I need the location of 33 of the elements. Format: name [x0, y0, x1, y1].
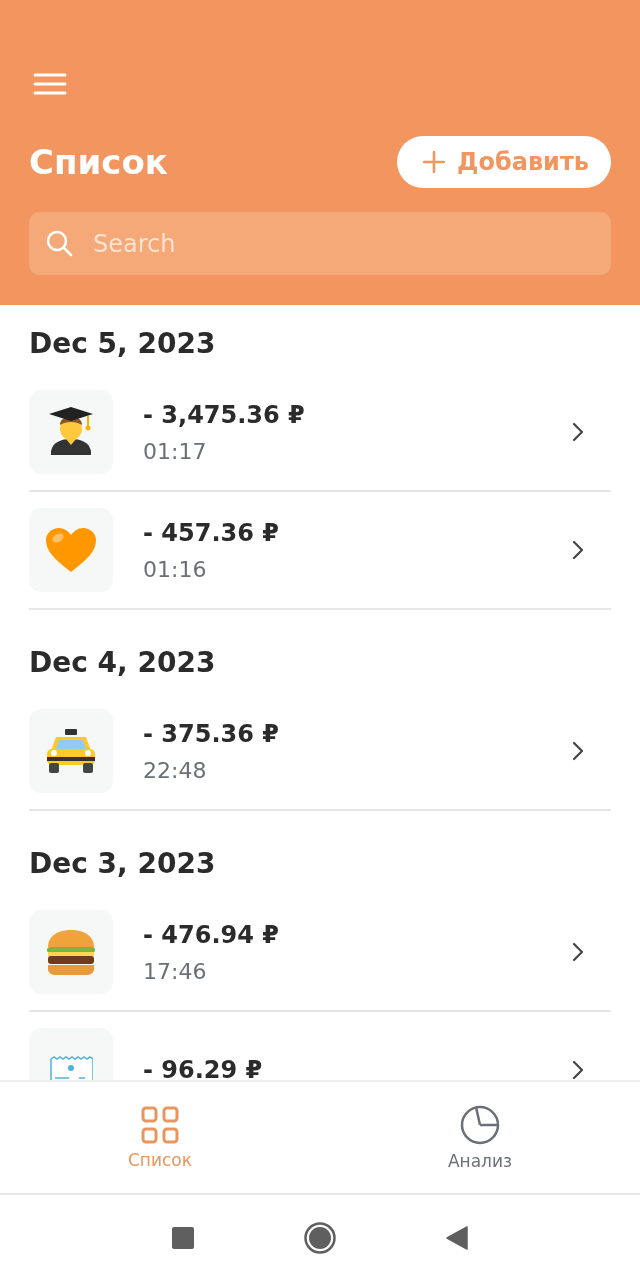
amount: - 476.94 ₽	[143, 920, 280, 949]
time: 01:16	[143, 556, 208, 582]
chevron-icon	[572, 422, 584, 442]
amount: - 96.29 ₽	[143, 1056, 264, 1080]
time: 01:17	[143, 438, 208, 464]
time: 17:46	[143, 958, 208, 984]
transaction-row[interactable]: - 3,475.36 ₽ 01:17	[29, 374, 611, 492]
burger-icon	[45, 927, 97, 977]
taxi-icon	[44, 727, 98, 775]
transaction-row[interactable]: - 375.36 ₽ 22:48	[29, 693, 611, 811]
time: 22:48	[143, 757, 208, 783]
grid-icon	[141, 1105, 179, 1144]
chevron-icon	[572, 1060, 584, 1080]
amount: - 457.36 ₽	[143, 518, 280, 547]
heart-icon	[44, 526, 98, 574]
chevron-icon	[572, 942, 584, 962]
chevron-icon	[572, 741, 584, 761]
transaction-row[interactable]: - 476.94 ₽ 17:46	[29, 894, 611, 1012]
recents-icon[interactable]	[172, 1226, 194, 1249]
plus-icon	[423, 151, 446, 173]
page-title: Список	[29, 142, 168, 182]
date-heading: Dec 3, 2023	[29, 846, 217, 882]
tab[interactable]: Анализ	[320, 1082, 640, 1193]
transaction-row[interactable]: - 457.36 ₽ 01:16	[29, 492, 611, 610]
date-heading: Dec 4, 2023	[29, 645, 217, 681]
pie-chart-icon	[460, 1104, 500, 1145]
date-heading: Dec 5, 2023	[29, 326, 217, 362]
search-field[interactable]: Search	[29, 212, 611, 275]
back-icon[interactable]	[446, 1225, 468, 1250]
chevron-icon	[572, 540, 584, 560]
home-icon[interactable]	[304, 1221, 336, 1254]
amount: - 3,475.36 ₽	[143, 400, 306, 429]
amount: - 375.36 ₽	[143, 719, 280, 748]
